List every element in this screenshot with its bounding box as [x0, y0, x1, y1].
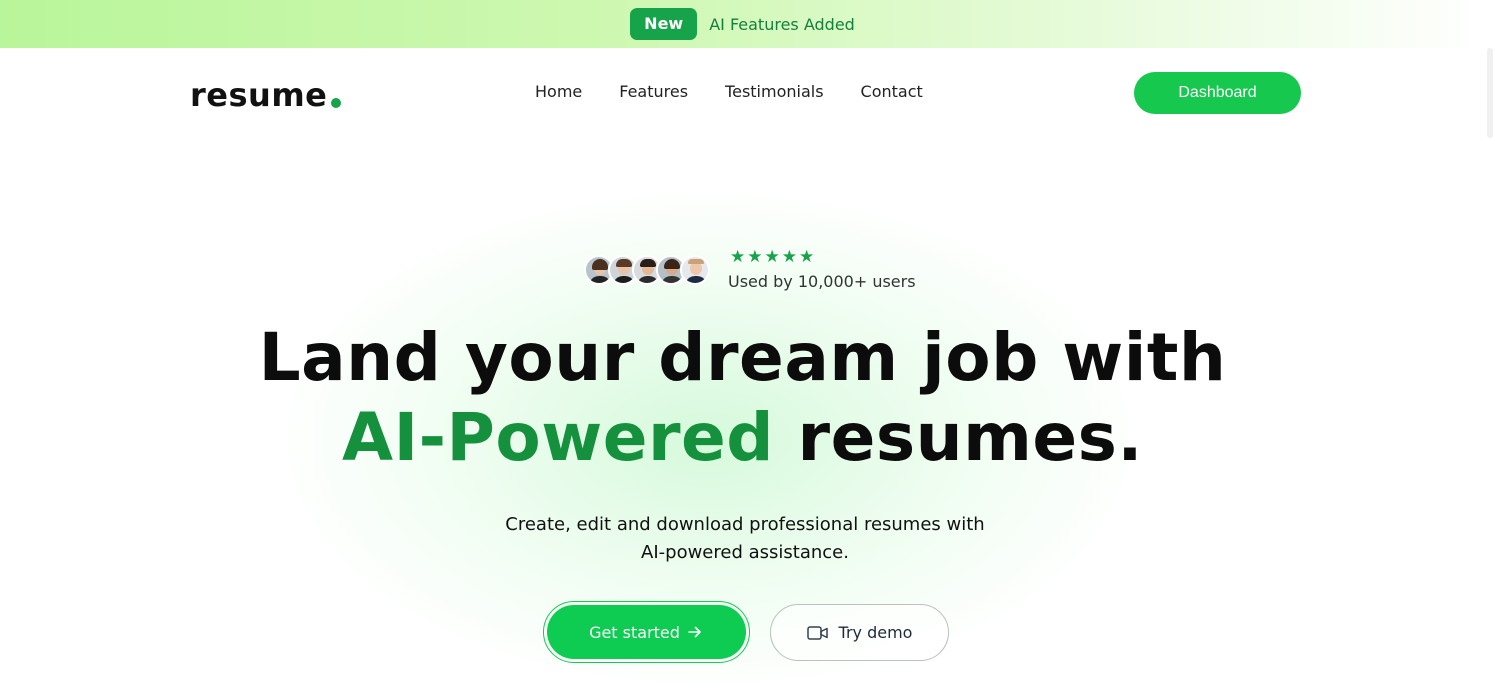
new-badge: New	[630, 8, 698, 40]
scrollbar-thumb[interactable]	[1487, 48, 1493, 138]
nav-link-testimonials[interactable]: Testimonials	[725, 82, 824, 101]
star-icon: ★	[730, 247, 746, 267]
announcement-message: AI Features Added	[709, 14, 855, 34]
star-icon: ★	[747, 247, 763, 267]
logo-dot	[331, 98, 341, 108]
rating-stars: ★ ★ ★ ★ ★	[730, 248, 814, 266]
try-demo-label: Try demo	[838, 623, 913, 642]
get-started-button-inner[interactable]: Get started	[547, 605, 746, 659]
hero-subtitle: Create, edit and download professional r…	[0, 511, 1490, 567]
get-started-label: Get started	[589, 622, 680, 642]
star-icon: ★	[781, 247, 797, 267]
video-camera-icon	[806, 625, 828, 640]
user-count-text: Used by 10,000+ users	[728, 272, 916, 291]
star-icon: ★	[799, 247, 815, 267]
try-demo-button[interactable]: Try demo	[770, 604, 949, 661]
hero-subtitle-line1: Create, edit and download professional r…	[505, 514, 985, 535]
hero-title: Land your dream job with AI-Powered resu…	[0, 318, 1485, 478]
top-navigation: resume Home Features Testimonials Contac…	[0, 48, 1485, 138]
scrollbar[interactable]	[1485, 0, 1495, 700]
avatar	[680, 255, 710, 285]
announcement-banner: New AI Features Added	[0, 0, 1485, 48]
nav-link-home[interactable]: Home	[535, 82, 582, 101]
star-icon: ★	[764, 247, 780, 267]
nav-link-features[interactable]: Features	[619, 82, 688, 101]
hero-title-accent: AI-Powered	[342, 399, 775, 476]
nav-links: Home Features Testimonials Contact	[535, 82, 923, 101]
logo[interactable]: resume	[190, 76, 327, 114]
get-started-button[interactable]: Get started	[543, 601, 750, 663]
dashboard-button[interactable]: Dashboard	[1134, 72, 1301, 114]
user-avatars	[584, 255, 710, 285]
nav-link-contact[interactable]: Contact	[861, 82, 923, 101]
hero-title-rest: resumes.	[774, 399, 1143, 476]
arrow-right-icon	[688, 626, 701, 638]
hero-subtitle-line2: AI-powered assistance.	[641, 542, 849, 563]
hero-title-line1: Land your dream job with	[258, 319, 1227, 396]
